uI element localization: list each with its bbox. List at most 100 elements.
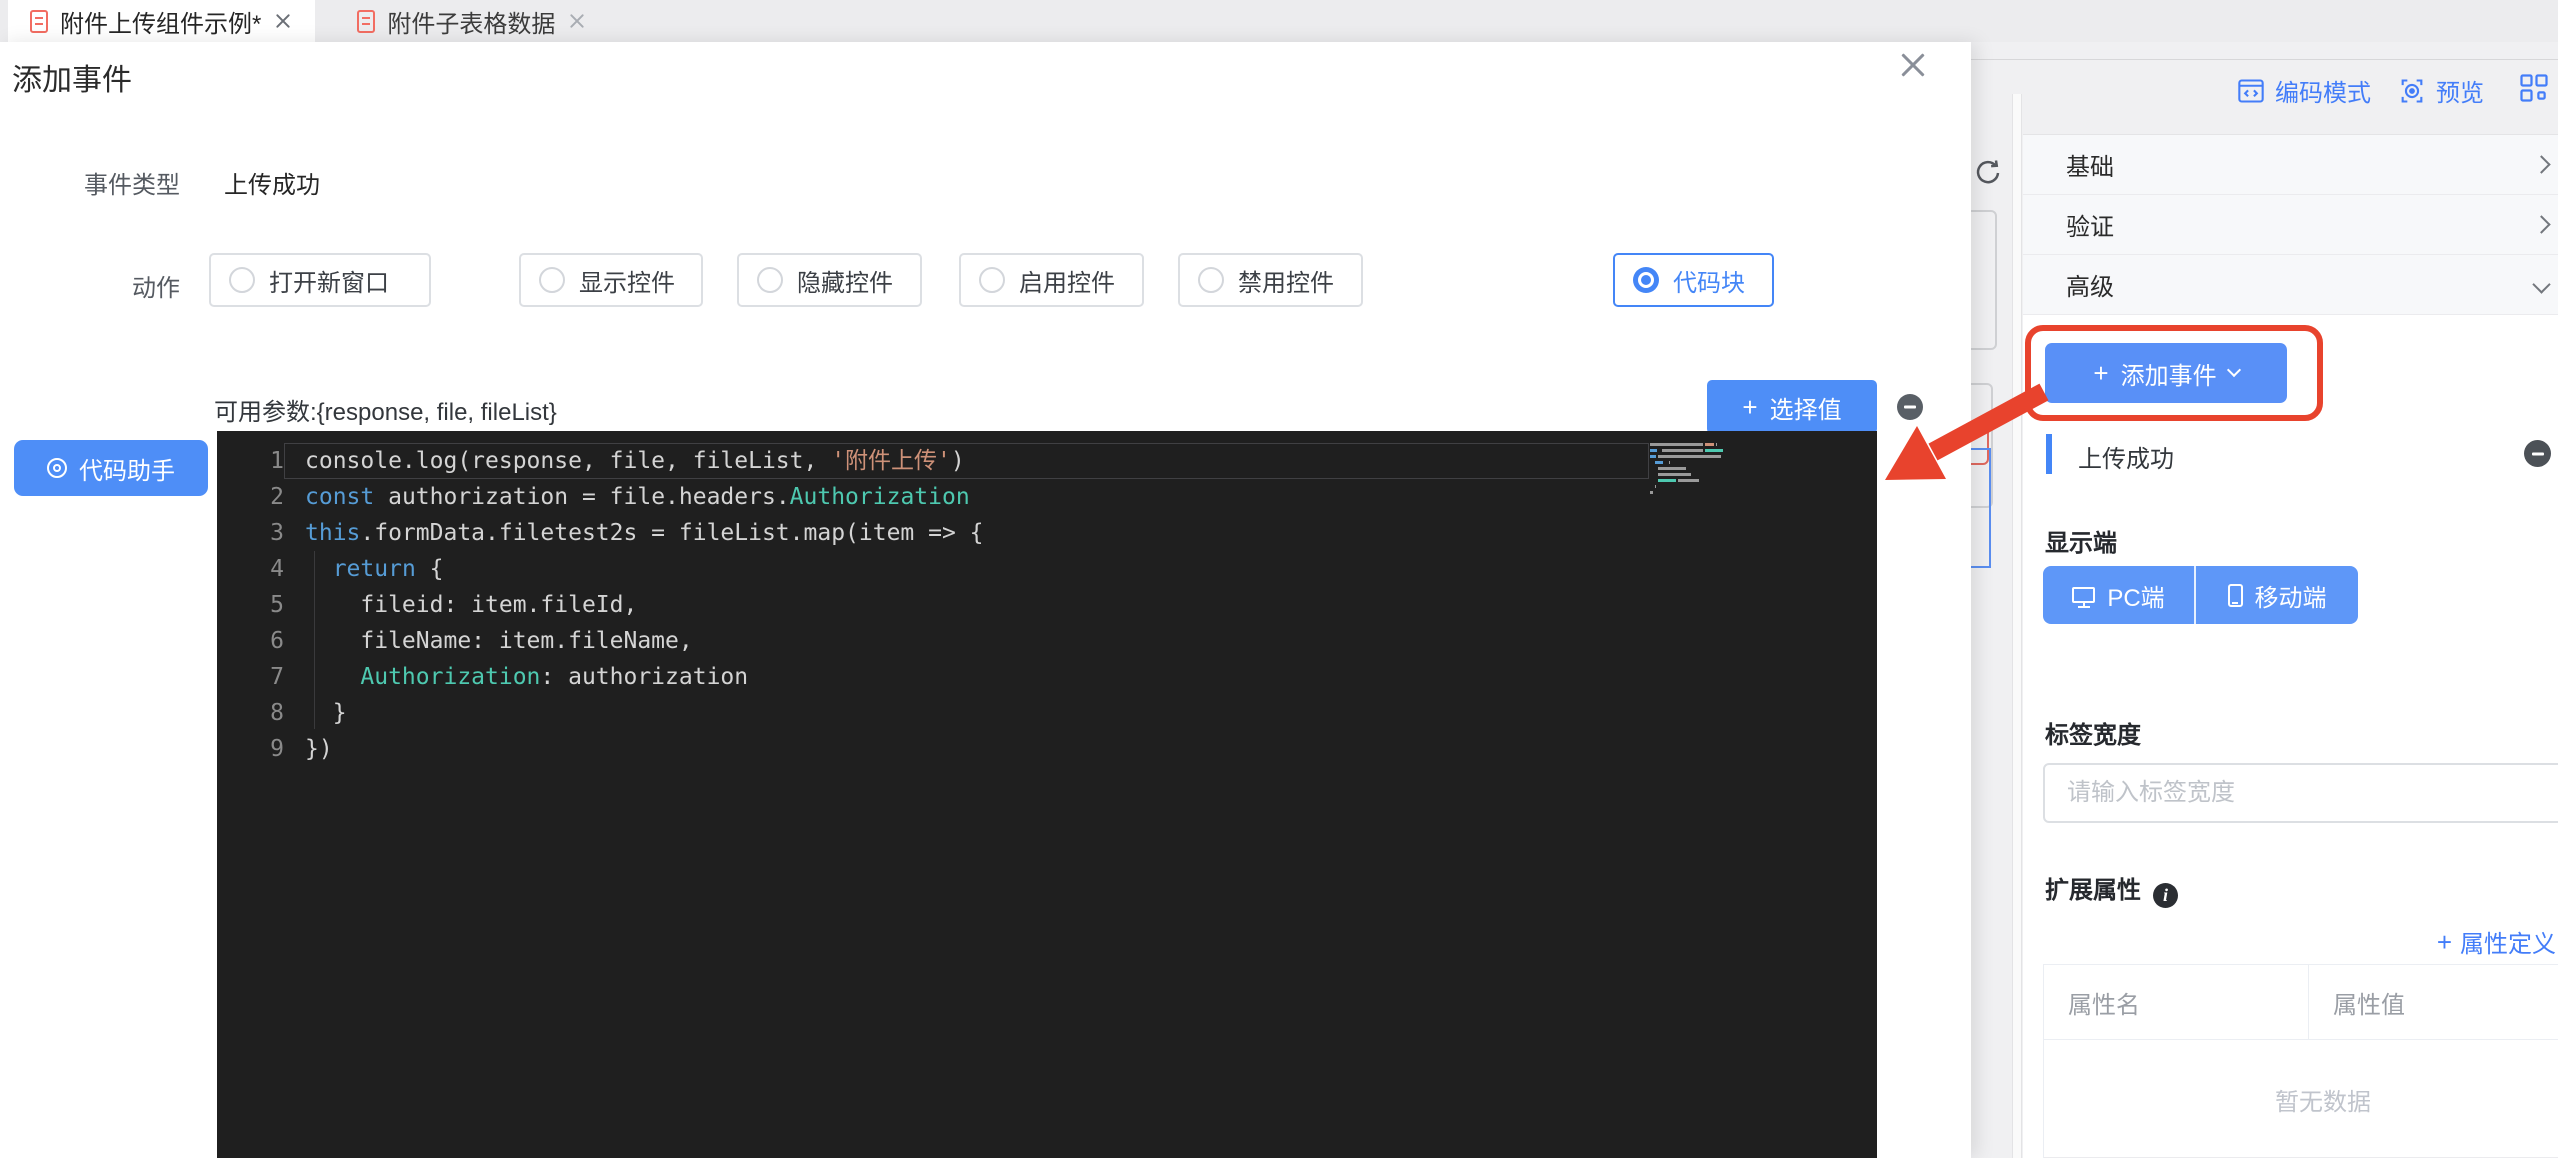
mobile-side-button[interactable]: 移动端 <box>2196 566 2358 624</box>
panel-section-label: 验证 <box>2066 207 2114 242</box>
attr-define-link[interactable]: + 属性定义 <box>2437 924 2556 959</box>
code-token: } <box>305 700 347 726</box>
code-line[interactable]: this.formData.filetest2s = fileList.map(… <box>284 515 1877 551</box>
event-type-label: 事件类型 <box>84 165 180 200</box>
code-token <box>305 556 333 582</box>
canvas-strip <box>1971 42 2012 1158</box>
remove-event-icon[interactable] <box>2524 440 2551 467</box>
remove-action-icon[interactable] <box>1897 394 1923 420</box>
code-line[interactable]: }) <box>284 731 1877 767</box>
preview-eye-icon <box>2398 77 2426 105</box>
code-editor[interactable]: 123456789 console.log(response, file, fi… <box>217 431 1877 1158</box>
preview-label: 预览 <box>2436 73 2484 108</box>
line-number: 2 <box>217 479 284 515</box>
code-line[interactable]: fileid: item.fileId, <box>284 587 1877 623</box>
ext-attr-table-header: 属性名 属性值 <box>2044 965 2558 1040</box>
event-list-item[interactable]: 上传成功 <box>2023 428 2558 480</box>
line-number: 4 <box>217 551 284 587</box>
radio-icon <box>1198 267 1224 293</box>
action-option-3[interactable]: 隐藏控件 <box>737 253 922 307</box>
preview-button[interactable]: 预览 <box>2398 73 2484 108</box>
code-line[interactable]: fileName: item.fileName, <box>284 623 1877 659</box>
chevron-down-icon <box>2227 363 2241 377</box>
code-line[interactable]: Authorization: authorization <box>284 659 1877 695</box>
tab-1[interactable]: 附件上传组件示例* <box>8 0 315 42</box>
mobile-side-label: 移动端 <box>2255 578 2327 613</box>
code-line[interactable]: const authorization = file.headers.Autho… <box>284 479 1877 515</box>
action-option-label: 代码块 <box>1673 263 1745 298</box>
code-mode-label: 编码模式 <box>2275 73 2371 108</box>
code-token: }) <box>305 736 333 762</box>
code-assistant-button[interactable]: 代码助手 <box>14 440 208 496</box>
action-option-4[interactable]: 启用控件 <box>959 253 1144 307</box>
action-option-6[interactable]: 代码块 <box>1613 253 1774 307</box>
plus-icon: + <box>2437 929 2452 955</box>
event-type-row: 事件类型 上传成功 <box>84 165 320 200</box>
add-event-label: 添加事件 <box>2121 356 2217 391</box>
display-side-toggle: PC端 移动端 <box>2043 566 2358 624</box>
attr-name-header: 属性名 <box>2044 965 2309 1039</box>
action-label: 动作 <box>132 268 180 303</box>
line-number: 1 <box>217 443 284 479</box>
code-token: fileName: item.fileName, <box>305 628 693 654</box>
minimap-line <box>1650 489 1785 495</box>
panel-section-1[interactable]: 基础 <box>2023 135 2558 195</box>
label-width-input[interactable] <box>2043 763 2558 823</box>
code-mode-button[interactable]: 编码模式 <box>2237 73 2371 108</box>
tab-close-icon[interactable] <box>273 11 293 31</box>
line-number: 6 <box>217 623 284 659</box>
attr-value-header: 属性值 <box>2309 965 2558 1039</box>
panel-section-3[interactable]: 高级 <box>2023 255 2558 315</box>
select-value-label: 选择值 <box>1770 390 1842 425</box>
radio-icon <box>229 267 255 293</box>
line-number: 3 <box>217 515 284 551</box>
tab-close-icon[interactable] <box>567 11 587 31</box>
panel-section-2[interactable]: 验证 <box>2023 195 2558 255</box>
components-button[interactable] <box>2519 73 2549 103</box>
canvas-scrollbar[interactable] <box>2012 94 2022 1158</box>
code-token: return <box>333 556 416 582</box>
action-option-label: 隐藏控件 <box>797 263 893 298</box>
code-line[interactable]: } <box>284 695 1877 731</box>
code-token: { <box>416 556 444 582</box>
action-option-5[interactable]: 禁用控件 <box>1178 253 1363 307</box>
action-option-2[interactable]: 显示控件 <box>519 253 703 307</box>
action-option-1[interactable]: 打开新窗口 <box>209 253 431 307</box>
modal-title: 添加事件 <box>12 55 132 99</box>
code-token: .formData.filetest2s = fileList.map(item… <box>360 520 983 546</box>
radio-icon <box>979 267 1005 293</box>
code-token: Authorization <box>790 484 970 510</box>
info-icon[interactable]: i <box>2153 883 2178 908</box>
hover-component-outline <box>1971 448 1991 568</box>
ext-attr-table: 属性名 属性值 暂无数据 <box>2043 964 2558 1158</box>
pc-side-button[interactable]: PC端 <box>2043 566 2196 624</box>
available-params: 可用参数:{response, file, fileList} <box>214 392 557 427</box>
event-item-accent-bar <box>2046 434 2052 474</box>
editor-minimap[interactable] <box>1650 441 1785 495</box>
tab-2[interactable]: 附件子表格数据 <box>335 0 609 42</box>
code-line[interactable]: console.log(response, file, fileList, '附… <box>284 443 1649 479</box>
editor-code[interactable]: console.log(response, file, fileList, '附… <box>284 443 1877 767</box>
code-line[interactable]: return { <box>284 551 1877 587</box>
code-window-icon <box>2237 77 2265 105</box>
close-icon[interactable] <box>1896 48 1930 82</box>
code-token: fileid: item.fileId, <box>305 592 637 618</box>
add-event-button[interactable]: + 添加事件 <box>2045 343 2287 403</box>
line-number: 5 <box>217 587 284 623</box>
indent-guide <box>314 551 315 729</box>
radio-icon <box>757 267 783 293</box>
code-token: authorization = file.headers. <box>374 484 789 510</box>
document-icon <box>357 10 375 33</box>
ghost-component-outline <box>1971 210 1997 350</box>
chevron-right-icon <box>2532 215 2550 233</box>
toolbar-divider <box>1971 59 2558 60</box>
ext-attr-text: 扩展属性 <box>2045 877 2141 904</box>
code-token: '附件上传' <box>831 448 951 474</box>
plus-icon: + <box>2093 360 2108 386</box>
panel-section-label: 高级 <box>2066 267 2114 302</box>
select-value-button[interactable]: + 选择值 <box>1707 380 1877 434</box>
designer-underlay: 编码模式 预览 <box>1971 42 2558 1158</box>
line-number: 9 <box>217 731 284 767</box>
annotation-highlight-box: + 添加事件 <box>2025 325 2323 421</box>
grid-icon <box>2519 73 2549 103</box>
